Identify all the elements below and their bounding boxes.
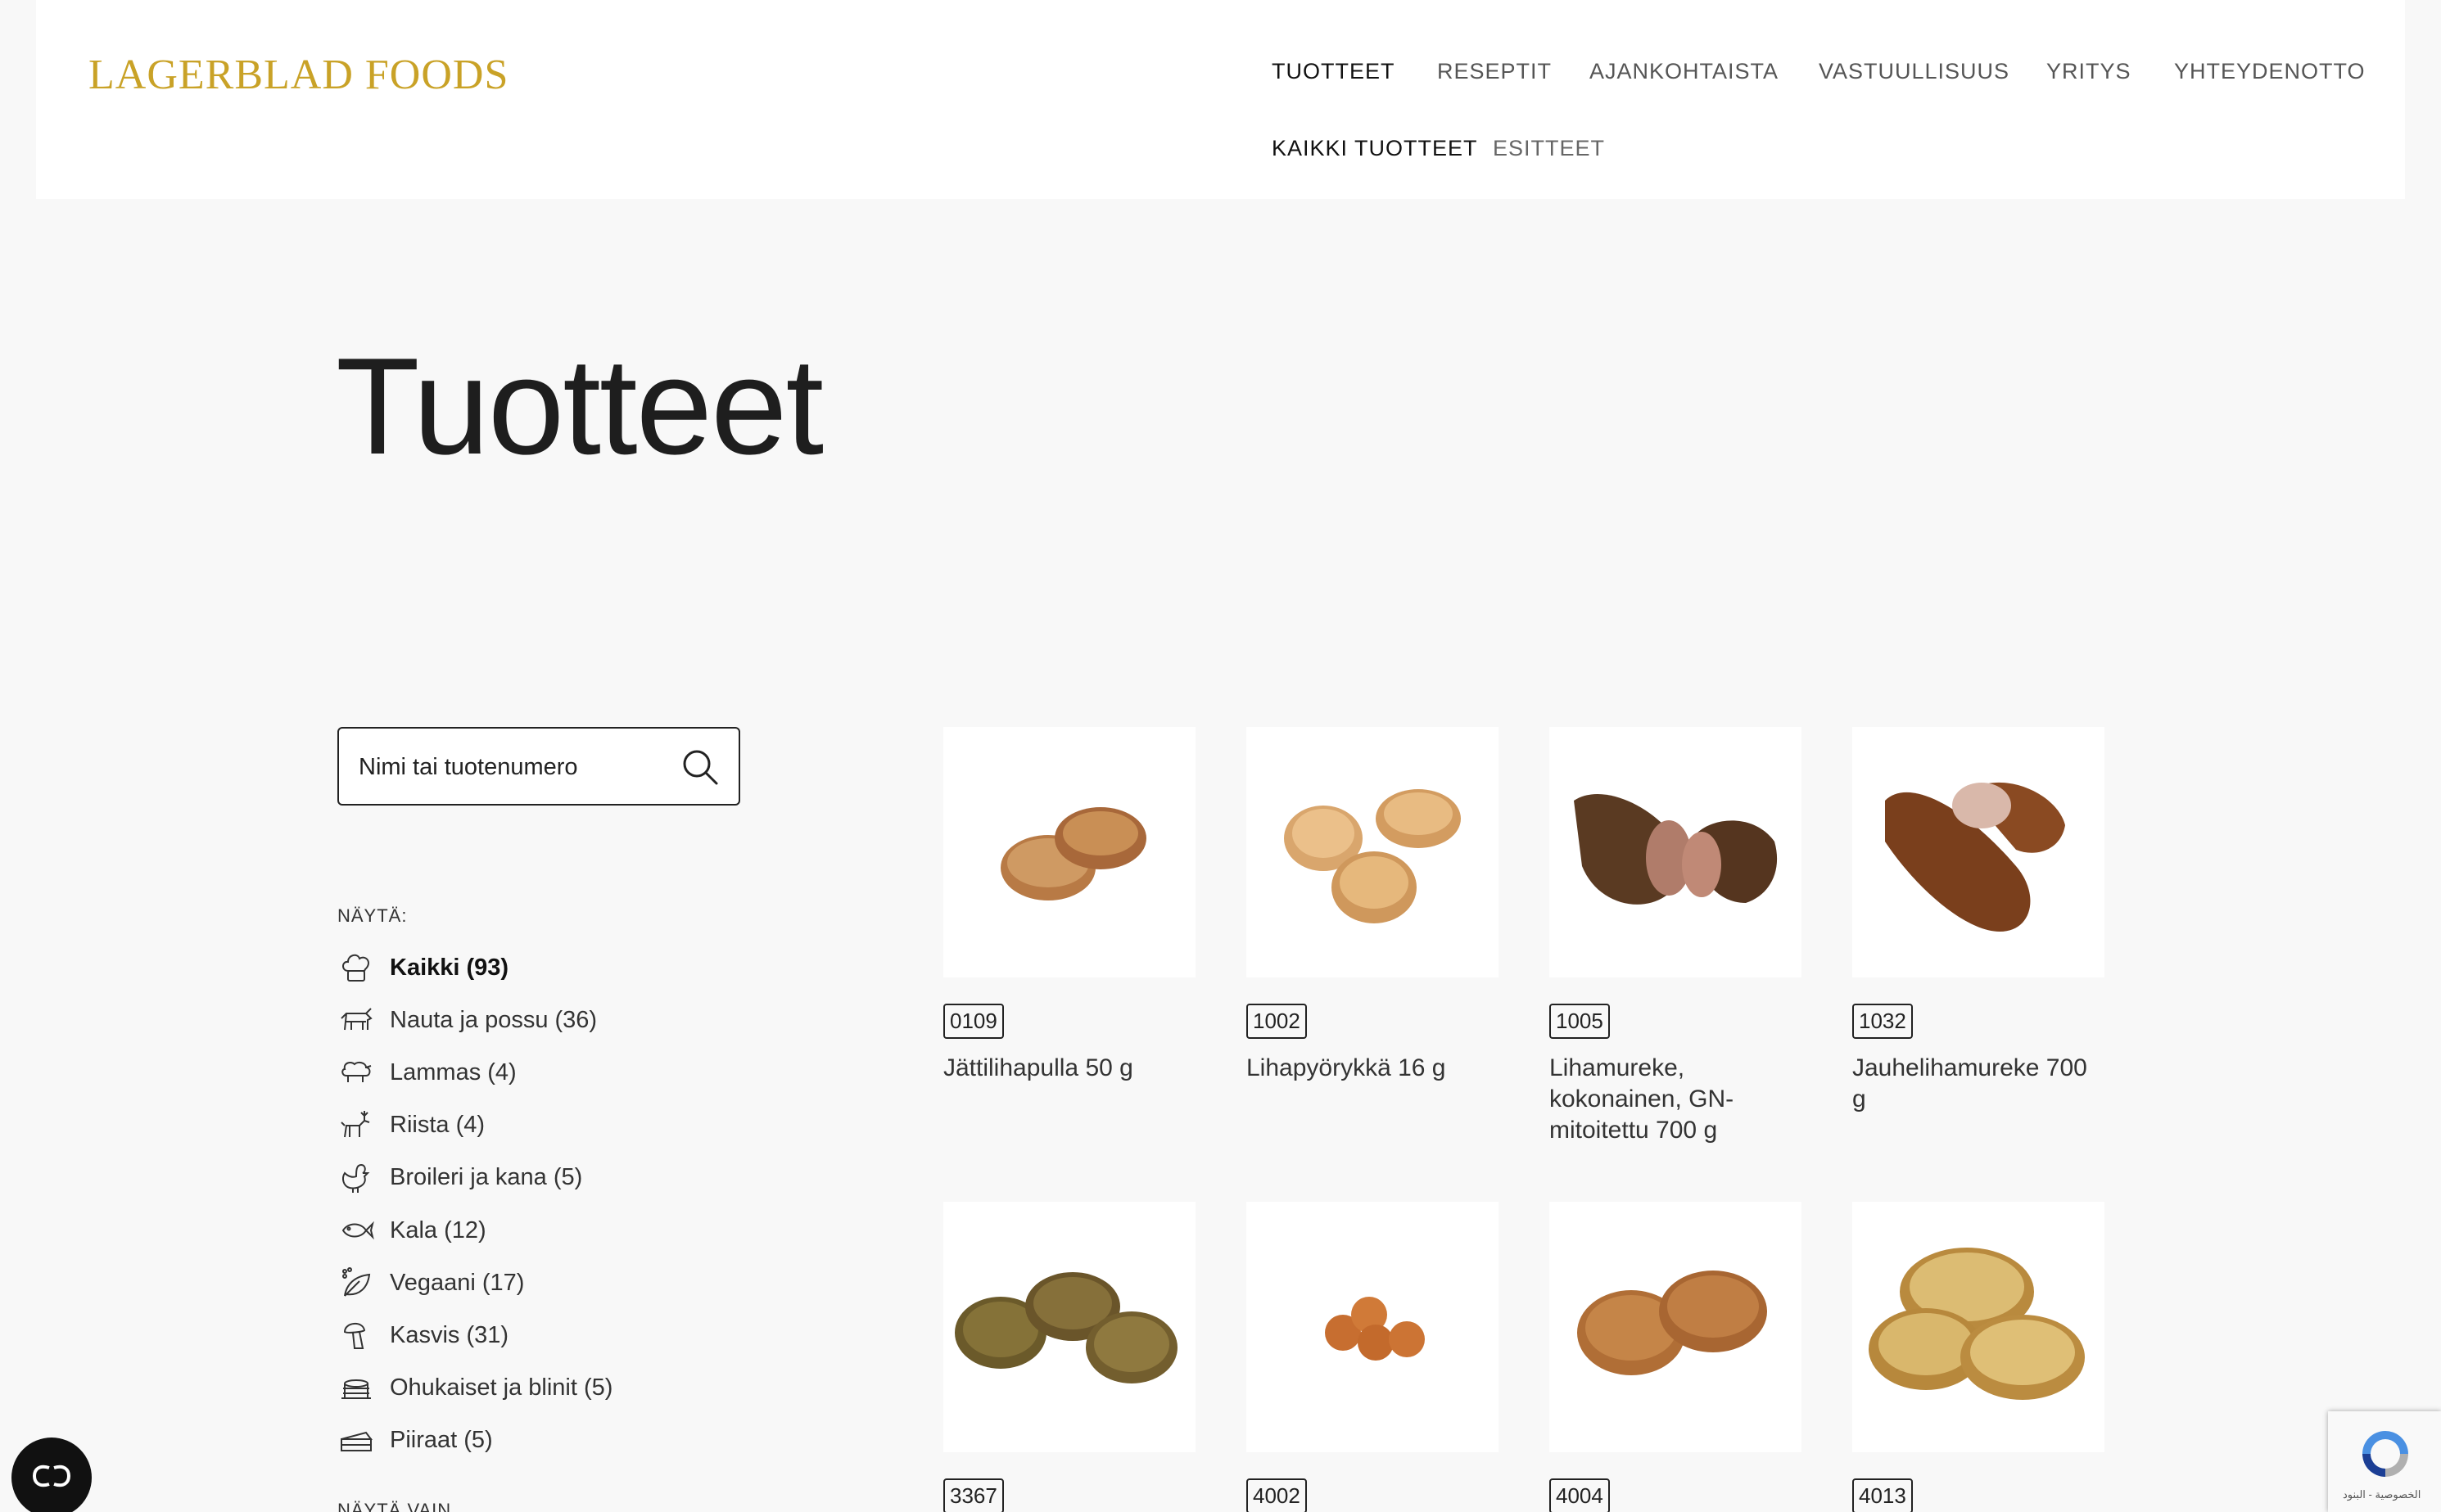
product-code: 1005 (1549, 1004, 1610, 1039)
product-card[interactable]: 4013 (1852, 1202, 2104, 1512)
product-card[interactable]: 0109 Jättilihapulla 50 g (943, 727, 1196, 1081)
product-name[interactable]: Lihapyörykkä 16 g (1246, 1053, 1492, 1084)
product-code: 4013 (1852, 1478, 1913, 1512)
meatball-icon[interactable] (943, 727, 1196, 977)
product-card[interactable]: 4004 (1549, 1202, 1801, 1512)
sheep-icon (337, 1054, 375, 1091)
nav-yritys[interactable]: YRITYS (2046, 59, 2131, 84)
product-code: 3367 (943, 1478, 1004, 1512)
search-input[interactable] (359, 748, 670, 786)
patty-icon[interactable] (1549, 1202, 1801, 1452)
accessibility-button[interactable] (11, 1438, 92, 1512)
product-name[interactable]: Jauhelihamureke 700 g (1852, 1053, 2098, 1115)
product-card[interactable]: 1005 Lihamureke, kokonainen, GN-mitoitet… (1549, 727, 1801, 1144)
filter-kaikki[interactable]: Kaikki (93) (337, 941, 613, 994)
search-icon[interactable] (680, 747, 721, 788)
chicken-icon (337, 1159, 375, 1197)
subnav-kaikki-tuotteet[interactable]: KAIKKI TUOTTEET (1272, 136, 1478, 161)
filter-ohukaiset-ja-blinit[interactable]: Ohukaiset ja blinit (5) (337, 1362, 613, 1415)
meatloaf-icon[interactable] (1852, 727, 2104, 977)
filter-heading-only: NÄYTÄ VAIN (337, 1500, 452, 1512)
product-code: 4004 (1549, 1478, 1610, 1512)
filter-broileri-ja-kana[interactable]: Broileri ja kana (5) (337, 1152, 613, 1204)
cow-icon (337, 1001, 375, 1039)
product-name[interactable]: Jättilihapulla 50 g (943, 1053, 1189, 1084)
mushroom-icon (337, 1316, 375, 1354)
nav-ajankohtaista[interactable]: AJANKOHTAISTA (1589, 59, 1779, 84)
nav-vastuullisuus[interactable]: VASTUULLISUUS (1819, 59, 2009, 84)
filter-heading: NÄYTÄ: (337, 905, 408, 926)
filter-piiraat[interactable]: Piiraat (5) (337, 1415, 613, 1467)
product-card[interactable]: 1002 Lihapyörykkä 16 g (1246, 727, 1499, 1081)
filter-lammas[interactable]: Lammas (4) (337, 1046, 613, 1099)
product-code: 4002 (1246, 1478, 1307, 1512)
meatball-icon[interactable] (1246, 1202, 1499, 1452)
leaf-icon (337, 1264, 375, 1302)
page-title: Tuotteet (336, 329, 824, 483)
deer-icon (337, 1107, 375, 1144)
meatloaf-icon[interactable] (1549, 727, 1801, 977)
product-card[interactable]: 3367 (943, 1202, 1196, 1512)
nav-yhteydenotto[interactable]: YHTEYDENOTTO (2174, 59, 2366, 84)
nav-reseptit[interactable]: RESEPTIT (1437, 59, 1552, 84)
nav-tuotteet[interactable]: TUOTTEET (1272, 59, 1395, 84)
product-code: 1032 (1852, 1004, 1913, 1039)
subnav-esitteet[interactable]: ESITTEET (1493, 136, 1605, 161)
recaptcha-badge[interactable]: الخصوصية - البنود (2328, 1411, 2441, 1512)
filter-nauta-ja-possu[interactable]: Nauta ja possu (36) (337, 994, 613, 1046)
product-card[interactable]: 4002 (1246, 1202, 1499, 1512)
product-code: 1002 (1246, 1004, 1307, 1039)
recaptcha-terms[interactable]: الخصوصية - البنود (2343, 1488, 2421, 1501)
filter-riista[interactable]: Riista (4) (337, 1099, 613, 1152)
chef-hat-icon (337, 949, 375, 986)
filter-vegaani[interactable]: Vegaani (17) (337, 1257, 613, 1309)
brand-logo[interactable]: LAGERBLAD FOODS (88, 51, 509, 99)
accessibility-icon (31, 1461, 72, 1495)
site-header: LAGERBLAD FOODS TUOTTEET RESEPTIT AJANKO… (36, 0, 2405, 199)
meatball-icon[interactable] (1246, 727, 1499, 977)
product-name[interactable]: Lihamureke, kokonainen, GN-mitoitettu 70… (1549, 1053, 1795, 1146)
product-card[interactable]: 1032 Jauhelihamureke 700 g (1852, 727, 2104, 1113)
fish-icon (337, 1212, 375, 1249)
search-box (337, 727, 740, 806)
category-filter-list: Kaikki (93) Nauta ja possu (36) Lammas (… (337, 941, 613, 1467)
product-code: 0109 (943, 1004, 1004, 1039)
filter-kasvis[interactable]: Kasvis (31) (337, 1309, 613, 1361)
pie-icon (337, 1422, 375, 1460)
patty-icon[interactable] (1852, 1202, 2104, 1452)
pancake-icon (337, 1370, 375, 1407)
filter-kala[interactable]: Kala (12) (337, 1204, 613, 1257)
patty-icon[interactable] (943, 1202, 1196, 1452)
recaptcha-icon (2356, 1426, 2415, 1487)
